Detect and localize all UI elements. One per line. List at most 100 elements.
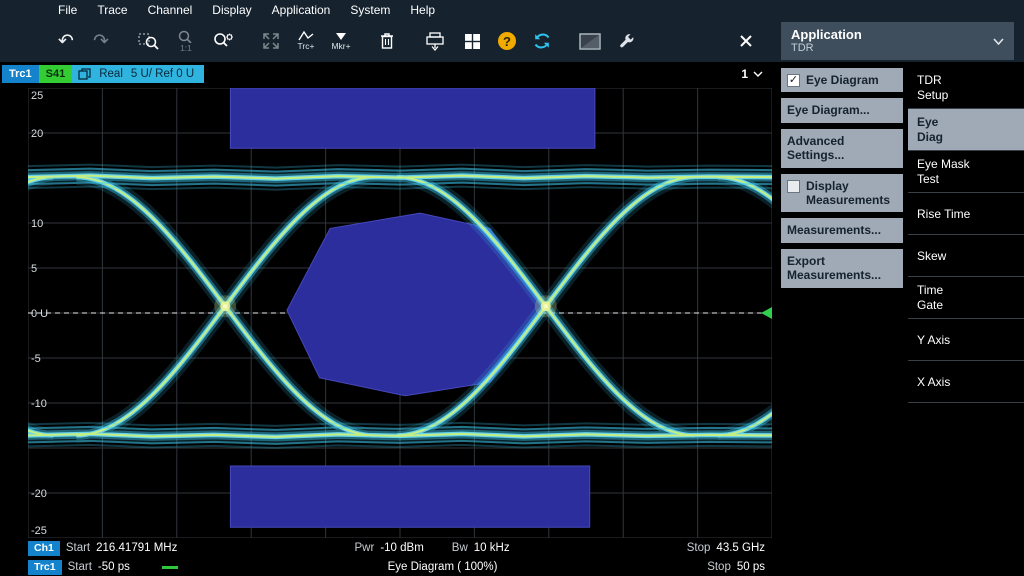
checkbox-checked-icon[interactable]: ✓ [787, 74, 800, 87]
windows-logo-icon [465, 34, 480, 49]
panel-button-display-measurements[interactable]: Display Measurements [781, 174, 903, 213]
y-axis-tick-label: -5 [31, 353, 41, 365]
screen-icon [579, 33, 601, 50]
trc-start-value: -50 ps [98, 561, 130, 573]
eye-diagram-plot[interactable]: 25201050 U-5-10-20-25 [28, 88, 772, 538]
panel-button-label: Advanced Settings... [787, 134, 897, 163]
menu-help[interactable]: Help [400, 0, 445, 20]
setup-button[interactable] [611, 24, 643, 58]
reference-level-marker[interactable] [761, 307, 772, 319]
softkey-label: TDR [917, 73, 1015, 87]
wrench-icon [618, 32, 636, 50]
panel-button-eye-diagram[interactable]: Eye Diagram... [781, 98, 903, 122]
trace-info-bar: Trc1 S41 Real 5 U/ Ref 0 U 1 [0, 62, 775, 86]
panel-button-label: Measurements... [787, 223, 881, 237]
zoom-select-icon [138, 31, 160, 51]
add-trace-button[interactable]: Trc+ [290, 24, 322, 58]
sync-button[interactable] [526, 24, 558, 58]
softkey-skew[interactable]: Skew [908, 235, 1024, 277]
softkey-label: Test [917, 172, 1015, 186]
softkey-label: Diag [917, 130, 1015, 144]
redo-button[interactable]: ↷ [85, 24, 117, 58]
panel-button-label: Export Measurements... [787, 254, 897, 283]
softkey-rise-time[interactable]: Rise Time [908, 193, 1024, 235]
close-icon [739, 34, 753, 48]
ch-bw-value: 10 kHz [474, 542, 510, 554]
softkey-label: Eye Mask [917, 157, 1015, 171]
y-axis-tick-label: 10 [31, 218, 43, 230]
overlay-windows-icon [78, 68, 91, 80]
zoom-config-button[interactable] [205, 24, 241, 58]
undo-icon: ↶ [58, 32, 74, 50]
softkey-time-gate[interactable]: TimeGate [908, 277, 1024, 319]
trace-badge[interactable]: Trc1 [2, 65, 39, 83]
ch-start-label: Start [66, 542, 90, 554]
menu-file[interactable]: File [48, 0, 87, 20]
softkey-tdr-setup[interactable]: TDRSetup [908, 67, 1024, 109]
panel-button-export-measurements[interactable]: Export Measurements... [781, 249, 903, 288]
trace-properties[interactable]: Real 5 U/ Ref 0 U [72, 65, 204, 83]
windows-button[interactable] [456, 24, 488, 58]
panel-button-label: Eye Diagram... [787, 103, 870, 117]
parameter-badge[interactable]: S41 [39, 65, 73, 83]
softkey-label: Y Axis [917, 333, 1015, 347]
help-icon: ? [498, 32, 516, 50]
ch-start-value: 216.41791 MHz [96, 542, 177, 554]
menu-display[interactable]: Display [202, 0, 261, 20]
add-marker-button[interactable]: Mkr+ [325, 24, 357, 58]
undo-button[interactable]: ↶ [50, 24, 82, 58]
ch-pwr-label: Pwr [355, 542, 375, 554]
close-button[interactable] [731, 26, 761, 56]
panel-button-eye-diagram[interactable]: ✓ Eye Diagram [781, 68, 903, 92]
menu-application[interactable]: Application [262, 0, 341, 20]
checkbox-unchecked-icon[interactable] [787, 180, 800, 193]
zoom-select-button[interactable] [131, 24, 167, 58]
panel-button-label: Eye Diagram [806, 73, 879, 87]
trash-icon [379, 32, 395, 50]
y-axis-tick-label: -25 [31, 525, 47, 537]
redo-icon: ↷ [93, 32, 109, 50]
delete-button[interactable] [371, 24, 403, 58]
panel-button-column: ✓ Eye Diagram Eye Diagram... Advanced Setti… [781, 62, 903, 576]
panel-button-measurements[interactable]: Measurements... [781, 218, 903, 242]
y-axis-tick-label: -20 [31, 488, 47, 500]
window-select-dropdown[interactable]: 1 [737, 65, 767, 83]
trace-status-badge[interactable]: Trc1 [28, 560, 62, 575]
y-axis-tick-label: 20 [31, 128, 43, 140]
zoom-reset-button[interactable]: 1:1 [170, 24, 202, 58]
softkey-column: TDRSetupEyeDiagEye MaskTestRise TimeSkew… [908, 62, 1024, 576]
help-button[interactable]: ? [491, 24, 523, 58]
diagram-area[interactable]: 25201050 U-5-10-20-25 [0, 86, 775, 538]
softkey-y-axis[interactable]: Y Axis [908, 319, 1024, 361]
y-axis-tick-label: 25 [31, 90, 43, 102]
trace-format: Real [99, 68, 123, 80]
expand-arrows-icon [261, 31, 281, 51]
panel-title: Application [791, 27, 862, 42]
print-button[interactable] [417, 24, 453, 58]
softkey-eye-diag[interactable]: EyeDiag [908, 109, 1024, 151]
zoom-reset-label: 1:1 [180, 44, 192, 53]
softkey-label: Time [917, 283, 1015, 297]
menu-channel[interactable]: Channel [138, 0, 203, 20]
y-axis-tick-label: 5 [31, 263, 37, 275]
zoom-config-icon [211, 31, 235, 51]
channel-badge[interactable]: Ch1 [28, 541, 60, 556]
softkey-x-axis[interactable]: X Axis [908, 361, 1024, 403]
display-button[interactable] [572, 24, 608, 58]
eye-mask-top [230, 88, 595, 148]
softkey-eye-mask-test[interactable]: Eye MaskTest [908, 151, 1024, 193]
chevron-down-icon [993, 38, 1004, 45]
printer-icon [425, 32, 445, 51]
softkey-label: Skew [917, 249, 1015, 263]
fit-scale-button[interactable] [255, 24, 287, 58]
channel-status-bar: Ch1 Start 216.41791 MHz Pwr -10 dBm Bw 1… [0, 538, 775, 558]
trc-mode-value: Eye Diagram ( 100%) [388, 561, 498, 573]
menu-system[interactable]: System [340, 0, 400, 20]
trc-start-label: Start [68, 561, 92, 573]
add-marker-label: Mkr+ [331, 42, 350, 51]
application-selector[interactable]: Application TDR [781, 22, 1014, 60]
menu-trace[interactable]: Trace [87, 0, 137, 20]
panel-button-advanced-settings[interactable]: Advanced Settings... [781, 129, 903, 168]
softkey-label: Rise Time [917, 207, 1015, 221]
softkey-label: Eye [917, 115, 1015, 129]
